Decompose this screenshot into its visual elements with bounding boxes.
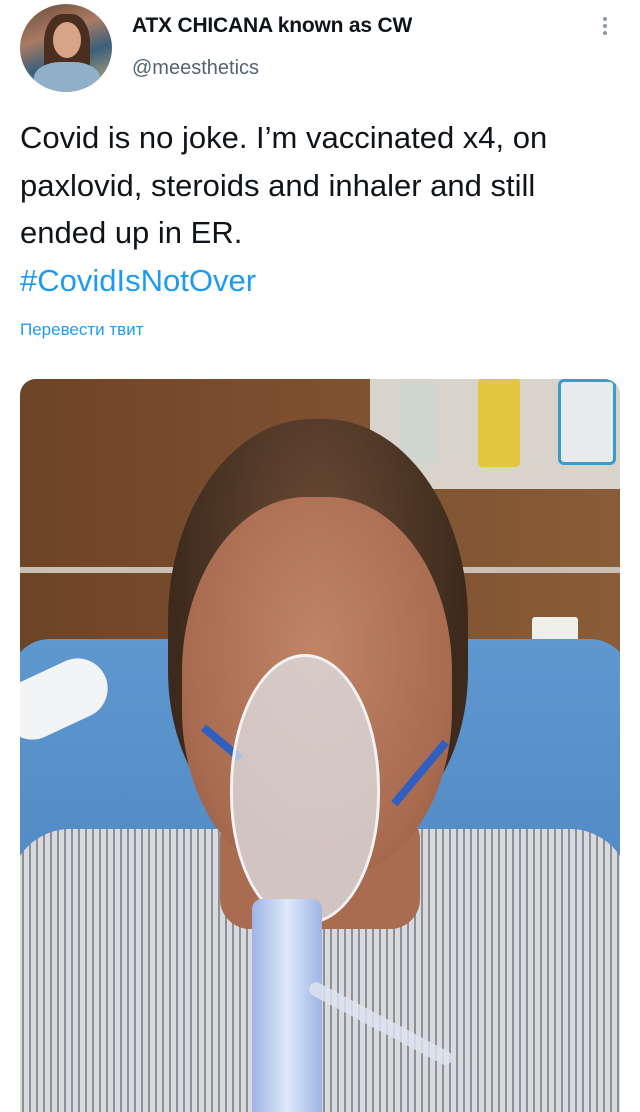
author-handle[interactable]: @meesthetics xyxy=(132,57,259,80)
avatar-shirt xyxy=(34,62,100,92)
author-avatar[interactable] xyxy=(20,4,112,92)
tweet-text: Covid is no joke. I’m vaccinated x4, on … xyxy=(20,114,620,304)
hashtag-link[interactable]: #CovidIsNotOver xyxy=(20,257,620,305)
suction-regulator xyxy=(558,379,616,465)
oxygen-flowmeter xyxy=(400,383,436,463)
tweet-body: Covid is no joke. I’m vaccinated x4, on … xyxy=(20,120,548,250)
more-vertical-icon[interactable] xyxy=(598,14,612,42)
avatar-face xyxy=(53,22,81,58)
air-flowmeter xyxy=(478,379,520,467)
tweet-photo[interactable] xyxy=(20,379,620,1112)
nebulizer-tube xyxy=(252,899,322,1112)
oxygen-mask xyxy=(230,654,380,924)
author-display-name[interactable]: ATX CHICANA known as CW xyxy=(132,14,412,38)
translate-tweet-link[interactable]: Перевести твит xyxy=(20,320,143,340)
